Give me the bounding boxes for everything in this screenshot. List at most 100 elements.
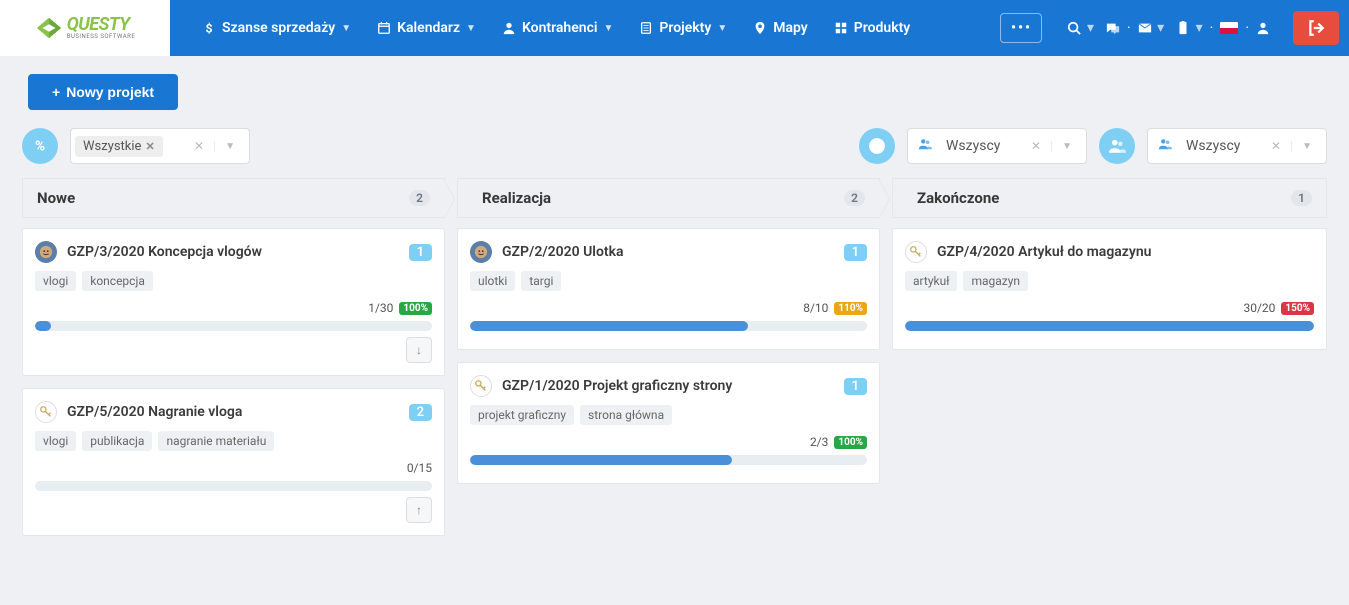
user-filter-select-2[interactable]: Wszyscy ✕ ▼ [1147,128,1327,164]
nav-label: Projekty [659,20,711,36]
logo-brand: QUESTY [67,16,136,34]
nav-item-kalendarz[interactable]: Kalendarz ▼ [365,0,488,56]
plus-icon: + [52,84,60,100]
chevron-down-icon: ▼ [717,23,727,34]
tag[interactable]: nagranie materiału [158,431,274,451]
user-icon [502,21,516,35]
card-list: GZP/2/2020 Ulotka 1 ulotkitargi 8/10110%… [457,218,892,484]
column-header[interactable]: Zakończone 1 [892,178,1327,218]
nav-item-mapy[interactable]: Mapy [741,0,820,56]
nav-label: Kalendarz [397,20,460,36]
progress-bar [35,481,432,491]
progress-text: 0/15 [407,461,432,475]
tag[interactable]: ulotki [470,271,515,291]
card-title: GZP/1/2020 Projekt graficzny strony [502,378,834,394]
avatar [470,241,492,263]
progress-bar [470,321,867,331]
tag[interactable]: strona główna [580,405,672,425]
avatar [470,375,492,397]
card-count-badge: 1 [844,244,867,261]
calendar-icon [377,21,391,35]
clear-filter-icon[interactable]: ✕ [188,139,210,153]
chevron-down-icon[interactable]: ▼ [214,141,245,152]
project-card[interactable]: GZP/3/2020 Koncepcja vlogów 1 vlogikonce… [22,228,445,376]
chevron-down-icon: ▼ [604,23,614,34]
tag[interactable]: vlogi [35,271,76,291]
avatar [905,241,927,263]
top-navigation: QUESTY BUSINESS SOFTWARE Szanse sprzedaż… [0,0,1349,56]
filter-percent-button[interactable] [22,128,58,164]
nav-item-szanse-sprzedaży[interactable]: Szanse sprzedaży▼ [190,0,363,56]
card-title: GZP/2/2020 Ulotka [502,244,834,260]
card-count-badge: 1 [844,378,867,395]
new-project-button[interactable]: + Nowy projekt [28,74,178,110]
percent-badge: 100% [399,302,432,315]
percent-badge: 110% [834,302,867,315]
column-realizacja: Realizacja 2 GZP/2/2020 Ulotka 1 ulotkit… [457,178,892,548]
logo-subtitle: BUSINESS SOFTWARE [67,34,136,40]
project-card[interactable]: GZP/5/2020 Nagranie vloga 2 vlogi publika… [22,388,445,536]
arrow-down-button[interactable]: ↓ [406,337,432,363]
nav-item-produkty[interactable]: Produkty [822,0,923,56]
card-count-badge: 2 [409,404,432,421]
clipboard-icon[interactable]: ▾ [1171,20,1208,36]
tag[interactable]: targi [521,271,561,291]
progress-text: 30/20 [1243,301,1275,315]
column-nowe: Nowe 2 GZP/3/2020 Koncepcja vlogów 1 vlo… [22,178,457,548]
tag-list: projekt graficzny strona główna [470,405,867,425]
remove-tag-icon[interactable]: ✕ [145,140,154,153]
chevron-down-icon: ▼ [466,23,476,34]
nav-label: Produkty [854,20,911,36]
progress-bar [470,455,867,465]
card-title: GZP/4/2020 Artykuł do magazynu [937,244,1314,260]
users-icon [912,137,938,155]
project-card[interactable]: GZP/4/2020 Artykuł do magazynu artykuł ma… [892,228,1327,350]
arrow-up-button[interactable]: ↑ [406,497,432,523]
chevron-down-icon[interactable]: ▼ [1051,141,1082,152]
search-icon[interactable]: ▾ [1062,20,1099,36]
column-header[interactable]: Nowe 2 [22,178,445,218]
tag[interactable]: artykuł [905,271,957,291]
tag-list: ulotki targi [470,271,867,291]
card-list: GZP/3/2020 Koncepcja vlogów 1 vlogikonce… [22,218,457,536]
project-card[interactable]: GZP/2/2020 Ulotka 1 ulotkitargi 8/10110% [457,228,880,350]
filter-user-button-1[interactable] [859,128,895,164]
nav-label: Mapy [773,20,808,36]
nav-item-projekty[interactable]: Projekty ▼ [627,0,739,56]
column-header[interactable]: Realizacja 2 [457,178,880,218]
tag[interactable]: koncepcja [82,271,153,291]
tag[interactable]: projekt graficzny [470,405,574,425]
column-count: 2 [844,190,865,206]
progress-text: 2/3 [810,435,828,449]
nav-item-kontrahenci[interactable]: Kontrahenci ▼ [490,0,625,56]
tag[interactable]: publikacja [82,431,152,451]
clear-filter-icon[interactable]: ✕ [1025,139,1047,153]
nav-more-button[interactable]: ••• [1000,13,1042,43]
nav-label: Szanse sprzedaży [222,20,335,36]
column-title: Zakończone [917,189,1291,207]
logout-button[interactable] [1293,11,1339,45]
logo[interactable]: QUESTY BUSINESS SOFTWARE [0,0,170,56]
tag[interactable]: vlogi [35,431,76,451]
column-zakończone: Zakończone 1 GZP/4/2020 Artykuł do magaz… [892,178,1327,548]
logo-icon [35,14,63,42]
column-title: Nowe [37,189,409,207]
nav-label: Kontrahenci [522,20,598,36]
project-card[interactable]: GZP/1/2020 Projekt graficzny strony 1 pr… [457,362,880,484]
mail-icon[interactable]: ▾ [1133,20,1170,36]
tag-filter-select[interactable]: Wszystkie ✕ ✕ ▼ [70,128,250,164]
tag[interactable]: magazyn [963,271,1028,291]
percent-badge: 150% [1281,302,1314,315]
tag-list: vlogi koncepcja [35,271,432,291]
chevron-down-icon[interactable]: ▼ [1291,141,1322,152]
avatar [35,401,57,423]
language-flag[interactable] [1215,22,1243,34]
filter-user-button-2[interactable] [1099,128,1135,164]
clear-filter-icon[interactable]: ✕ [1265,139,1287,153]
card-title: GZP/5/2020 Nagranie vloga [67,404,399,420]
user-filter-select-1[interactable]: Wszyscy ✕ ▼ [907,128,1087,164]
card-count-badge: 1 [409,244,432,261]
chat-icon[interactable] [1101,21,1125,35]
profile-icon[interactable] [1251,21,1275,35]
column-title: Realizacja [482,189,844,207]
